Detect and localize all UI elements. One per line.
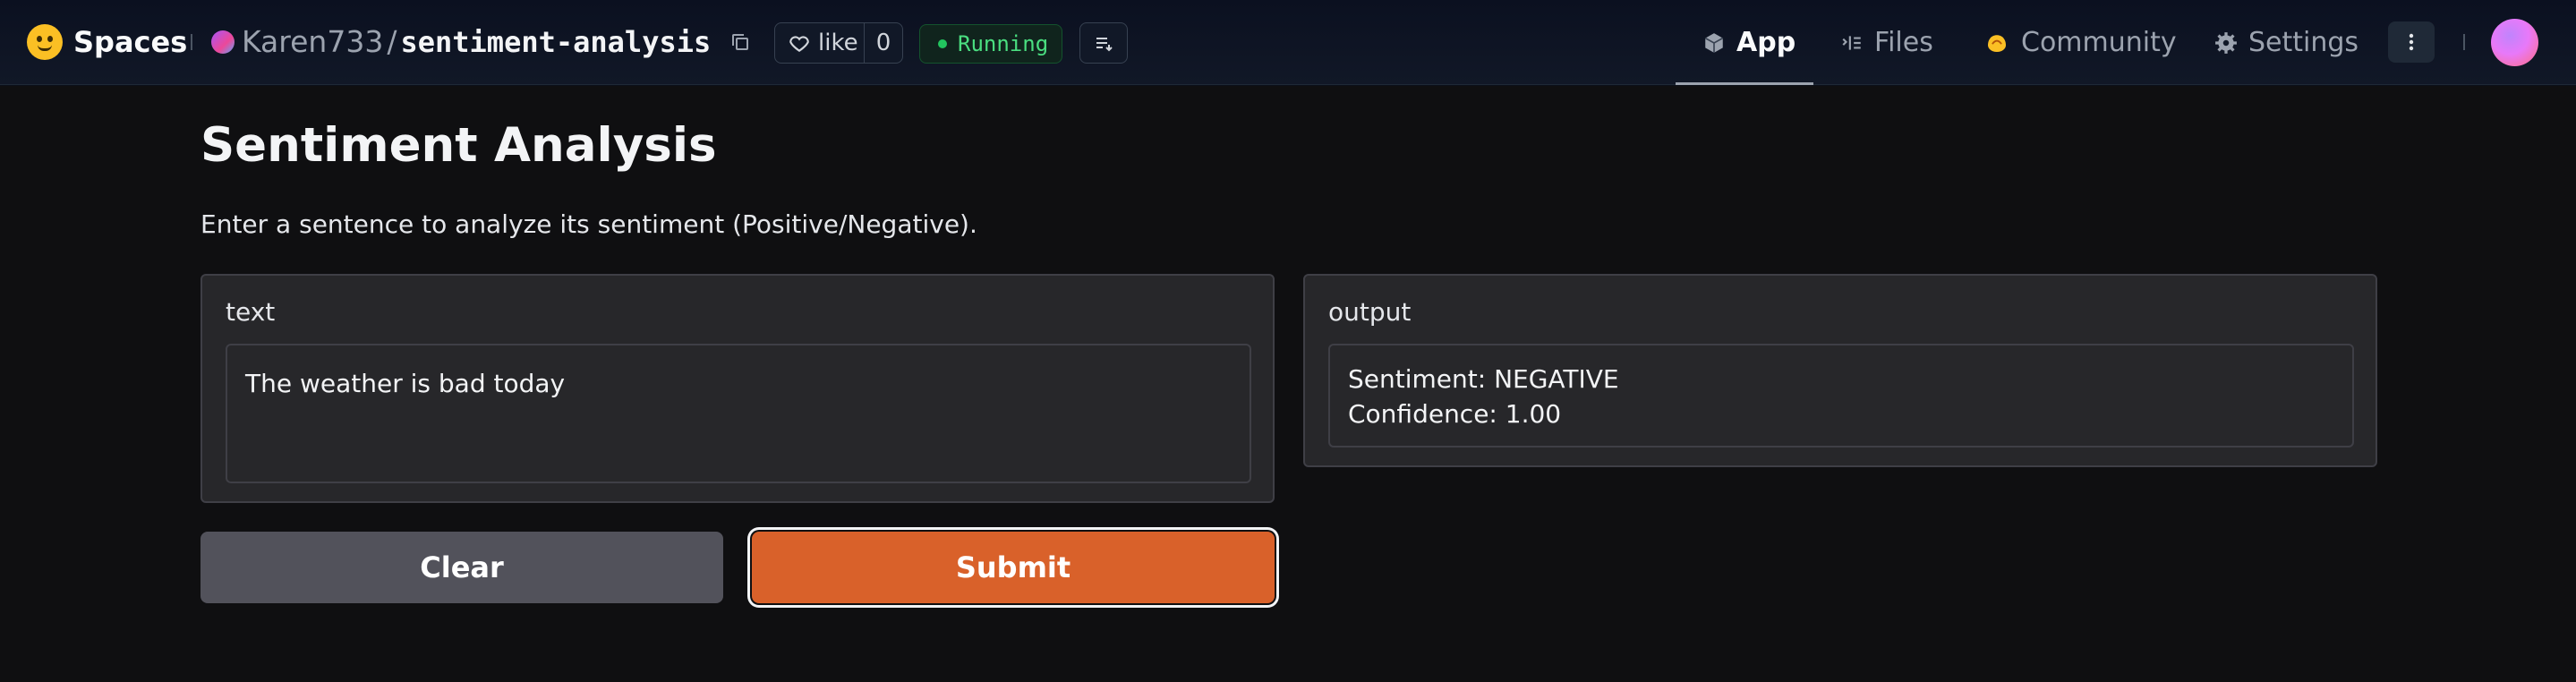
like-button[interactable]: like 0 <box>774 22 903 64</box>
copy-icon[interactable] <box>729 31 751 53</box>
like-label: like <box>818 30 858 56</box>
text-input[interactable] <box>226 344 1251 483</box>
tab-app-label: App <box>1736 27 1796 58</box>
tab-settings-label: Settings <box>2248 27 2359 58</box>
tab-files-label: Files <box>1874 27 1933 58</box>
output-label: output <box>1328 297 1412 327</box>
owner-link[interactable]: Karen733 <box>242 24 383 59</box>
divider <box>2463 34 2465 50</box>
tab-files[interactable]: Files <box>1840 0 1933 85</box>
more-options-button[interactable] <box>2388 21 2435 63</box>
user-avatar[interactable] <box>2491 19 2538 66</box>
brand-name: Spaces <box>73 25 188 59</box>
output-panel: output Sentiment: NEGATIVE Confidence: 1… <box>1303 274 2377 467</box>
repo-name-link[interactable]: sentiment-analysis <box>400 25 711 59</box>
output-text: Sentiment: NEGATIVE Confidence: 1.00 <box>1328 344 2354 448</box>
tab-app[interactable]: App <box>1702 0 1796 85</box>
tab-settings[interactable]: Settings <box>2214 0 2358 85</box>
tab-community[interactable]: Community <box>1983 0 2177 85</box>
community-icon <box>1988 34 2006 52</box>
files-icon <box>1842 35 1861 50</box>
gradio-app: Sentiment Analysis Enter a sentence to a… <box>0 86 2576 682</box>
active-tab-indicator <box>1676 82 1813 85</box>
logs-button[interactable] <box>1079 22 1128 64</box>
page-title: Sentiment Analysis <box>200 118 717 173</box>
more-vertical-icon <box>2409 33 2414 51</box>
input-label: text <box>226 297 276 327</box>
submit-button[interactable]: Submit <box>752 532 1275 603</box>
like-count: 0 <box>875 30 891 56</box>
gear-icon <box>2215 31 2237 54</box>
breadcrumb-separator: / <box>387 24 397 59</box>
top-nav-bar: Spaces Karen733/sentiment-analysis like … <box>0 0 2576 85</box>
input-panel: text <box>200 274 1275 503</box>
tab-community-label: Community <box>2021 27 2177 58</box>
status-badge[interactable]: Running <box>919 24 1062 64</box>
logs-icon <box>1096 38 1113 52</box>
breadcrumb: Karen733/sentiment-analysis <box>242 24 711 59</box>
clear-button[interactable]: Clear <box>200 532 723 603</box>
page-description: Enter a sentence to analyze its sentimen… <box>200 209 977 239</box>
status-label: Running <box>958 31 1049 56</box>
cube-icon <box>1704 32 1724 53</box>
divider <box>191 34 192 50</box>
hugging-face-logo-icon <box>27 24 63 60</box>
owner-avatar[interactable] <box>211 30 235 54</box>
heart-icon <box>789 36 809 52</box>
status-dot-icon <box>938 39 947 48</box>
spaces-home-link[interactable]: Spaces <box>27 21 187 63</box>
